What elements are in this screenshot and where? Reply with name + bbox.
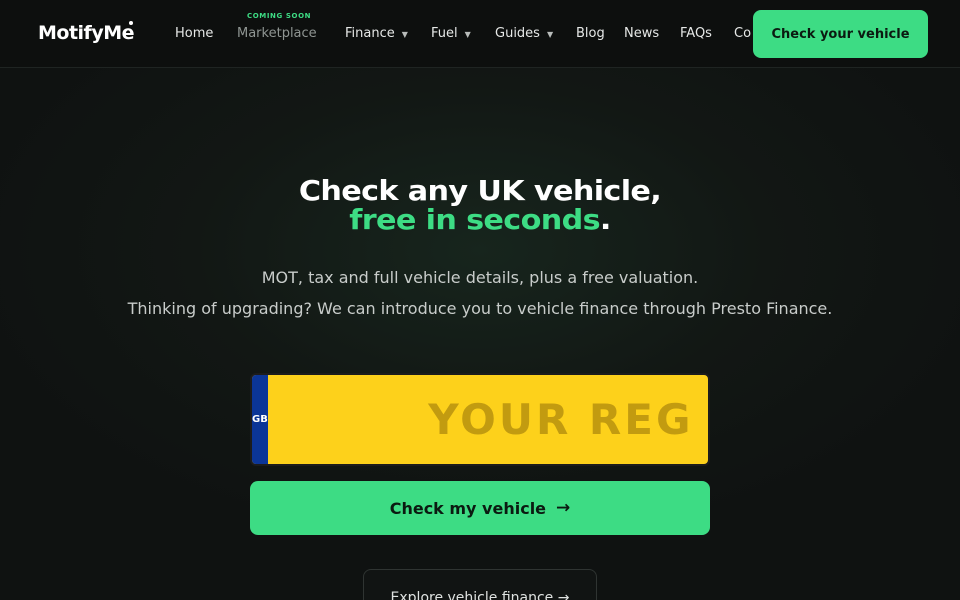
nav-item-blog[interactable]: Blog <box>576 26 605 41</box>
plate-country-band: GB <box>252 375 268 464</box>
main-nav: Home COMING SOON Marketplace Finance ▼ F… <box>0 0 760 68</box>
registration-plate: GB <box>250 373 710 466</box>
nav-item-label: News <box>624 26 660 41</box>
nav-item-fuel[interactable]: Fuel ▼ <box>431 26 471 41</box>
registration-input[interactable] <box>267 375 708 464</box>
explore-vehicle-finance-button[interactable]: Explore vehicle finance → <box>363 569 597 600</box>
nav-item-contact[interactable]: Co <box>734 26 751 41</box>
nav-item-label: Guides <box>495 26 540 41</box>
nav-item-label: Finance <box>345 26 395 41</box>
chevron-down-icon: ▼ <box>464 29 471 39</box>
chevron-down-icon: ▼ <box>546 29 554 39</box>
nav-item-guides[interactable]: Guides ▼ <box>495 26 553 41</box>
nav-item-label: Blog <box>576 26 605 41</box>
nav-item-home[interactable]: Home <box>175 26 213 41</box>
hero-title-period: . <box>599 203 612 236</box>
hero-subtitle-line2: Thinking of upgrading? We can introduce … <box>127 299 833 318</box>
coming-soon-badge: COMING SOON <box>247 12 312 20</box>
nav-item-label: Fuel <box>431 26 458 41</box>
chevron-down-icon: ▼ <box>401 29 408 39</box>
explore-button-label: Explore vehicle finance → <box>390 590 570 600</box>
check-button-label: Check my vehicle <box>389 498 547 518</box>
nav-item-news[interactable]: News <box>624 26 659 41</box>
hero-title-accent: free in seconds <box>349 203 600 236</box>
nav-item-label: Co <box>734 26 752 41</box>
nav-item-label: Marketplace <box>237 26 317 41</box>
plate-country-code: GB <box>252 414 268 425</box>
nav-item-label: FAQs <box>680 26 712 41</box>
nav-item-finance[interactable]: Finance ▼ <box>345 26 408 41</box>
hero-subtitle-line1: MOT, tax and full vehicle details, plus … <box>261 268 699 287</box>
check-your-vehicle-button[interactable]: Check your vehicle <box>753 10 928 58</box>
arrow-right-icon: → <box>556 498 571 518</box>
nav-item-marketplace[interactable]: Marketplace <box>237 26 317 41</box>
hero-title: Check any UK vehicle, free in seconds. <box>0 176 960 234</box>
nav-item-faqs[interactable]: FAQs <box>680 26 712 41</box>
nav-item-label: Home <box>175 26 214 41</box>
site-header: MotifyMe Home COMING SOON Marketplace Fi… <box>0 0 960 68</box>
check-my-vehicle-button[interactable]: Check my vehicle → <box>250 481 710 535</box>
